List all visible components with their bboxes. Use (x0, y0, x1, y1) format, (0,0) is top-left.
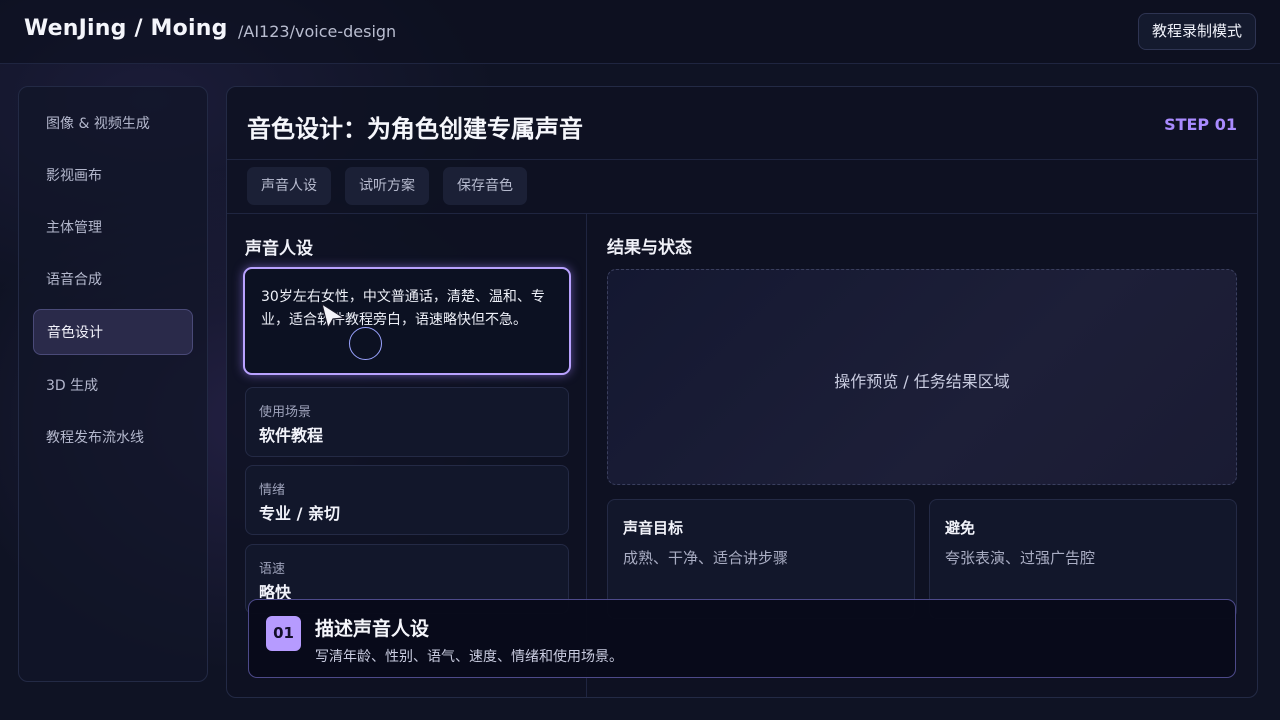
sidebar-item-image-video[interactable]: 图像 & 视频生成 (33, 101, 193, 147)
sidebar-item-voice-design[interactable]: 音色设计 (33, 309, 193, 355)
card-title: 避免 (945, 519, 976, 537)
field-value: 专业 / 亲切 (259, 504, 340, 523)
divider (227, 213, 1257, 214)
sidebar-item-tts[interactable]: 语音合成 (33, 257, 193, 303)
page-title: 音色设计：为角色创建专属声音 (247, 115, 583, 143)
card-title: 声音目标 (623, 519, 684, 537)
top-bar: WenJing / Moing /AI123/voice-design 教程录制… (0, 0, 1280, 64)
field-label: 使用场景 (259, 405, 312, 420)
sidebar-item-canvas[interactable]: 影视画布 (33, 153, 193, 199)
step-indicator: STEP 01 (1164, 115, 1237, 134)
cursor-click-ring (349, 327, 382, 360)
field-label: 情绪 (259, 483, 286, 498)
sidebar: 图像 & 视频生成 影视画布 主体管理 语音合成 音色设计 3D 生成 教程发布… (18, 86, 208, 682)
field-scene[interactable]: 使用场景 软件教程 (245, 387, 569, 457)
persona-description-input[interactable]: 30岁左右女性，中文普通话，清楚、温和、专业，适合软件教程旁白，语速略快但不急。 (243, 267, 571, 375)
caption-subtitle: 写清年龄、性别、语气、速度、情绪和使用场景。 (315, 649, 623, 665)
sidebar-item-subjects[interactable]: 主体管理 (33, 205, 193, 251)
tutorial-mode-button[interactable]: 教程录制模式 (1137, 13, 1256, 50)
results-heading: 结果与状态 (607, 238, 692, 258)
step-number-badge: 01 (266, 616, 301, 651)
sidebar-item-pipeline[interactable]: 教程发布流水线 (33, 415, 193, 461)
brand-title[interactable]: WenJing / Moing (24, 16, 228, 41)
tab-persona[interactable]: 声音人设 (247, 167, 331, 205)
field-value: 软件教程 (259, 426, 324, 445)
field-label: 语速 (259, 562, 286, 577)
card-text: 夸张表演、过强广告腔 (945, 549, 1096, 567)
result-preview-area: 操作预览 / 任务结果区域 (607, 269, 1237, 485)
field-emotion[interactable]: 情绪 专业 / 亲切 (245, 465, 569, 535)
tutorial-caption: 01 描述声音人设 写清年龄、性别、语气、速度、情绪和使用场景。 (248, 599, 1236, 678)
mouse-cursor-icon (321, 302, 346, 330)
card-text: 成熟、干净、适合讲步骤 (623, 549, 789, 567)
sidebar-item-3d[interactable]: 3D 生成 (33, 363, 193, 409)
tab-audition[interactable]: 试听方案 (345, 167, 429, 205)
tab-save-voice[interactable]: 保存音色 (443, 167, 527, 205)
persona-heading: 声音人设 (245, 239, 313, 259)
caption-title: 描述声音人设 (315, 618, 430, 640)
breadcrumb-path: /AI123/voice-design (238, 22, 397, 41)
preview-placeholder: 操作预览 / 任务结果区域 (834, 372, 1010, 391)
divider (227, 159, 1257, 160)
